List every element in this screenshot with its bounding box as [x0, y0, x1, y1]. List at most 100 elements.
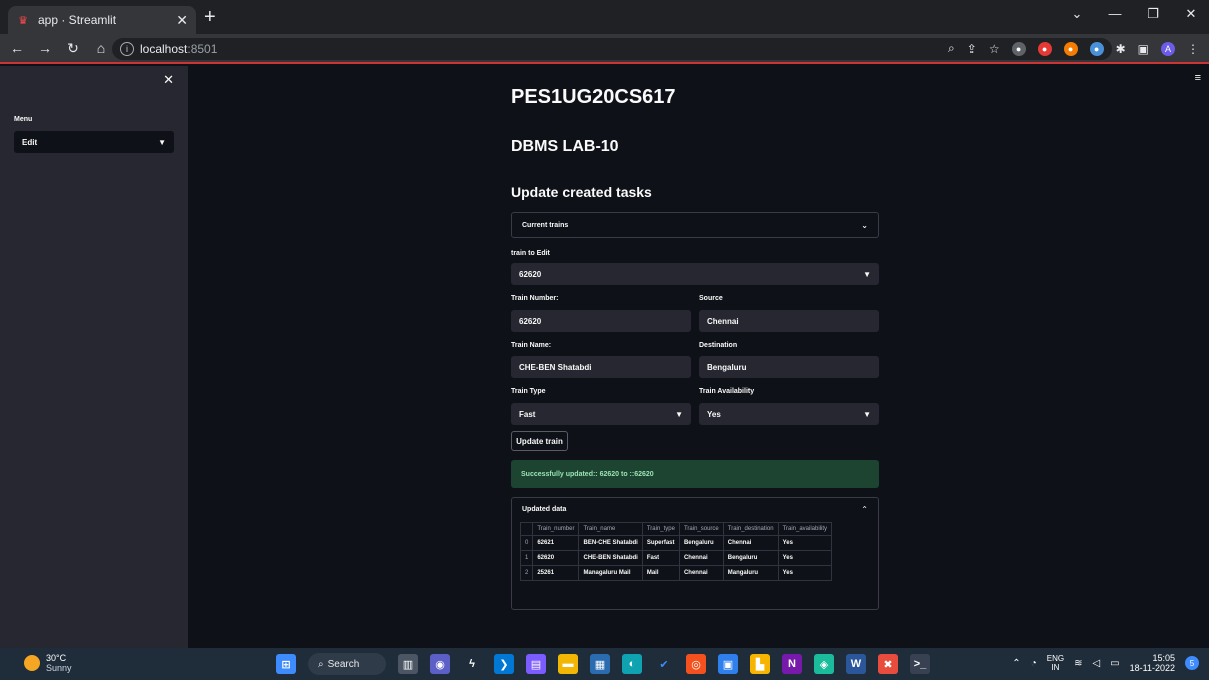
availability-label: Train Availability [699, 388, 755, 395]
teams-icon[interactable]: ◉ [430, 654, 450, 674]
train-to-edit-value: 62620 [519, 269, 542, 279]
new-tab-button[interactable]: + [204, 6, 216, 28]
train-to-edit-select[interactable]: 62620 ▼ [511, 263, 879, 285]
xampp-icon[interactable]: ✖ [878, 654, 898, 674]
table-header[interactable]: Train_type [641, 522, 680, 536]
url-host: localhost [140, 42, 188, 56]
reload-icon[interactable]: ↻ [62, 40, 84, 57]
store-icon[interactable]: ▦ [590, 654, 610, 674]
windows-start-icon[interactable]: ⊞ [276, 654, 296, 674]
lang-top: ENG [1046, 654, 1065, 663]
table-header[interactable]: Train_number [532, 522, 580, 536]
sticky-notes-icon[interactable]: ▙ [750, 654, 770, 674]
file-explorer-icon[interactable]: ▬ [558, 654, 578, 674]
home-icon[interactable]: ⌂ [90, 40, 112, 56]
chevron-down-icon[interactable]: ⌄ [1069, 6, 1085, 22]
updated-data-label[interactable]: Updated data [522, 506, 566, 513]
table-cell: Fast [641, 550, 680, 566]
weather-widget[interactable]: 30°C Sunny [24, 653, 72, 673]
side-panel-icon[interactable]: ▣ [1138, 42, 1149, 56]
back-arrow-icon[interactable]: ← [6, 40, 28, 56]
app-icon[interactable]: ▤ [526, 654, 546, 674]
system-tray: ⌃ ◔ ENG IN ≋ ◁ ▭ 15:05 18-11-2022 5 [1012, 653, 1199, 673]
table-header[interactable]: Train_name [578, 522, 643, 536]
table-cell: Chennai [678, 565, 724, 581]
browser-tab[interactable]: ♛ app · Streamlit ✕ [8, 6, 196, 34]
table-header[interactable]: Train_availability [777, 522, 833, 536]
info-icon[interactable]: i [120, 42, 134, 56]
browser-tab-bar: ♛ app · Streamlit ✕ + ⌄ — ❐ ✕ [0, 0, 1209, 34]
table-cell: BEN-CHE Shatabdi [578, 535, 643, 551]
clock[interactable]: 15:05 18-11-2022 [1130, 653, 1175, 673]
menu-select-value: Edit [22, 137, 38, 147]
train-number-input[interactable]: 62620 [511, 310, 691, 332]
app-icon[interactable]: ϟ [462, 654, 482, 674]
table-header[interactable]: Train_source [678, 522, 724, 536]
sidebar: ✕ Menu Edit ▼ [0, 66, 188, 648]
chrome-icon[interactable]: ◎ [686, 654, 706, 674]
table-cell: Yes [777, 565, 833, 581]
table-cell: Yes [777, 550, 833, 566]
puzzle-icon[interactable]: ✱ [1116, 42, 1126, 56]
app-tray-icon[interactable]: ◔ [1031, 658, 1037, 669]
todo-icon[interactable]: ✔ [654, 654, 674, 674]
minimize-button[interactable]: — [1107, 6, 1123, 22]
battery-icon[interactable]: ▭ [1110, 658, 1119, 669]
train-type-select[interactable]: Fast ▼ [511, 403, 691, 425]
language-indicator[interactable]: ENG IN [1047, 654, 1064, 672]
menu-select[interactable]: Edit ▼ [14, 131, 174, 153]
table-cell: 1 [519, 550, 534, 566]
onenote-icon[interactable]: N [782, 654, 802, 674]
extension-icon[interactable]: ● [1037, 41, 1052, 56]
more-icon[interactable]: ⋮ [1187, 42, 1199, 56]
search-icon: ⌕ [318, 658, 324, 670]
source-input[interactable]: Chennai [699, 310, 879, 332]
table-cell: Superfast [641, 535, 680, 551]
availability-value: Yes [707, 409, 721, 419]
extension-icon[interactable]: ● [1011, 41, 1026, 56]
star-icon[interactable]: ☆ [989, 42, 1000, 56]
edge-icon[interactable]: ◐ [622, 654, 642, 674]
app-icon[interactable]: ◈ [814, 654, 834, 674]
profile-avatar[interactable]: A [1161, 41, 1175, 56]
extension-icon[interactable]: ● [1089, 41, 1104, 56]
volume-icon[interactable]: ◁ [1092, 658, 1100, 669]
current-trains-expander[interactable]: Current trains ⌄ [511, 212, 879, 238]
caret-down-icon: ▼ [863, 409, 871, 419]
notification-badge[interactable]: 5 [1185, 656, 1199, 670]
zoom-icon[interactable]: ⌕ [948, 41, 955, 56]
chevron-up-icon[interactable]: ⌃ [1012, 658, 1020, 669]
train-to-edit-label: train to Edit [511, 250, 550, 257]
update-train-button[interactable]: Update train [511, 431, 568, 451]
updated-data-expander: Updated data ⌃ Train_number Train_name T… [511, 497, 879, 610]
table-row: 2 25261 Managaluru Mail Mail Chennai Man… [519, 565, 833, 581]
train-name-value: CHE-BEN Shatabdi [519, 362, 592, 372]
word-icon[interactable]: W [846, 654, 866, 674]
task-view-icon[interactable]: ▥ [398, 654, 418, 674]
extension-icon[interactable]: ● [1063, 41, 1078, 56]
chevron-up-icon[interactable]: ⌃ [861, 505, 868, 514]
app-icon[interactable]: ▣ [718, 654, 738, 674]
source-value: Chennai [707, 316, 739, 326]
table-cell: Managaluru Mail [578, 565, 643, 581]
forward-arrow-icon[interactable]: → [34, 40, 56, 56]
close-window-button[interactable]: ✕ [1183, 6, 1199, 22]
window-controls: ⌄ — ❐ ✕ [1069, 6, 1199, 22]
vscode-icon[interactable]: ❯ [494, 654, 514, 674]
table-row: 1 62620 CHE-BEN Shatabdi Fast Chennai Be… [519, 550, 833, 566]
taskbar-search[interactable]: ⌕ Search [308, 653, 386, 675]
weather-text: 30°C Sunny [46, 653, 72, 673]
table-cell: Bengaluru [678, 535, 724, 551]
table-header[interactable]: Train_destination [722, 522, 779, 536]
terminal-icon[interactable]: >_ [910, 654, 930, 674]
destination-input[interactable]: Bengaluru [699, 356, 879, 378]
availability-select[interactable]: Yes ▼ [699, 403, 879, 425]
wifi-icon[interactable]: ≋ [1074, 658, 1082, 669]
restore-button[interactable]: ❐ [1145, 6, 1161, 22]
close-tab-icon[interactable]: ✕ [176, 12, 188, 29]
table-header[interactable] [519, 522, 534, 536]
share-icon[interactable]: ⇪ [967, 42, 977, 56]
train-name-input[interactable]: CHE-BEN Shatabdi [511, 356, 691, 378]
close-sidebar-icon[interactable]: ✕ [163, 72, 174, 88]
table-cell: Mail [641, 565, 680, 581]
